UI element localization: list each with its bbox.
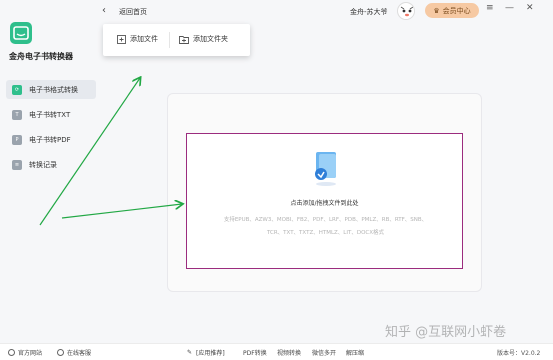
headset-icon [57, 349, 64, 356]
add-folder-label: 添加文件夹 [193, 35, 228, 43]
menu-icon[interactable]: ≡ [486, 3, 494, 13]
recommend-label: [应用推荐] [196, 350, 225, 357]
add-file-label: 添加文件 [130, 35, 158, 43]
sidebar: 金舟电子书转换器 ⟳ 电子书格式转换 T 电子书转TXT P 电子书转PDF ≡… [0, 0, 100, 343]
wechat-multi-link[interactable]: 微信多开 [312, 348, 336, 357]
add-file-menu-item[interactable]: 添加文件 [117, 34, 158, 44]
crown-icon: ♛ [433, 6, 440, 15]
sidebar-item-label: 电子书格式转换 [29, 85, 78, 94]
recommend-section: ✎ [应用推荐] [187, 348, 225, 357]
supported-formats: 支持EPUB、AZW3、MOBI、FB2、PDF、LRF、PDB、PMLZ、RB… [195, 214, 456, 240]
sidebar-item-label: 转换记录 [29, 160, 57, 169]
dropzone-hint: 点击添加/拖拽文件到此处 [290, 200, 359, 207]
dropdown-divider [169, 32, 170, 48]
back-home-link[interactable]: 返回首页 [119, 7, 147, 17]
app-title: 金舟电子书转换器 [9, 52, 73, 61]
minimize-icon[interactable]: — [505, 3, 514, 13]
close-icon[interactable]: ✕ [526, 3, 534, 13]
user-name: 金舟-苏大爷 [350, 8, 388, 16]
sidebar-item-label: 电子书转PDF [29, 135, 71, 144]
official-website-link[interactable]: 官方网站 [8, 348, 42, 357]
formats-line-1: 支持EPUB、AZW3、MOBI、FB2、PDF、LRF、PDB、PMLZ、RB… [223, 217, 428, 223]
app-logo-icon [10, 22, 32, 44]
sidebar-item-format-convert[interactable]: ⟳ 电子书格式转换 [6, 80, 96, 99]
add-file-icon [117, 34, 126, 44]
online-service-link[interactable]: 在线客服 [57, 348, 91, 357]
link-icon: ✎ [187, 349, 193, 356]
version-label: 版本号：V2.0.2 [497, 350, 541, 357]
add-folder-icon [179, 35, 189, 44]
home-icon [8, 349, 15, 356]
topbar: ‹ 返回首页 金舟-苏大爷 ♛ 会员中心 ≡ — ✕ [100, 0, 553, 24]
video-convert-link[interactable]: 视频转换 [277, 348, 301, 357]
add-folder-menu-item[interactable]: 添加文件夹 [179, 34, 228, 44]
file-dropzone[interactable]: 点击添加/拖拽文件到此处 支持EPUB、AZW3、MOBI、FB2、PDF、LR… [186, 133, 463, 269]
back-chevron-icon[interactable]: ‹ [102, 5, 106, 16]
formats-line-2: TCR、TXT、TXTZ、HTMLZ、LIT、DOCX格式 [266, 230, 385, 236]
add-file-dropdown: 添加文件 添加文件夹 [103, 24, 250, 56]
convert-icon: ⟳ [12, 84, 22, 95]
history-icon: ≡ [12, 159, 22, 170]
official-website-label: 官方网站 [18, 350, 43, 357]
ebook-icon [312, 150, 340, 190]
pdf-convert-link[interactable]: PDF转换 [243, 348, 267, 357]
sidebar-item-label: 电子书转TXT [29, 110, 71, 119]
sidebar-item-to-txt[interactable]: T 电子书转TXT [6, 105, 96, 124]
vip-center-label: 会员中心 [442, 6, 471, 15]
pdf-icon: P [12, 134, 22, 145]
sidebar-item-to-pdf[interactable]: P 电子书转PDF [6, 130, 96, 149]
vip-center-button[interactable]: ♛ 会员中心 [425, 3, 479, 18]
txt-icon: T [12, 109, 22, 120]
watermark: 知乎 @互联网小虾卷 [385, 325, 507, 340]
sidebar-item-history[interactable]: ≡ 转换记录 [6, 155, 96, 174]
bottom-bar: 官方网站 在线客服 ✎ [应用推荐] PDF转换 视频转换 微信多开 解压缩 版… [0, 343, 553, 360]
unzip-link[interactable]: 解压缩 [346, 348, 364, 357]
online-service-label: 在线客服 [67, 350, 92, 357]
avatar[interactable] [397, 2, 415, 20]
